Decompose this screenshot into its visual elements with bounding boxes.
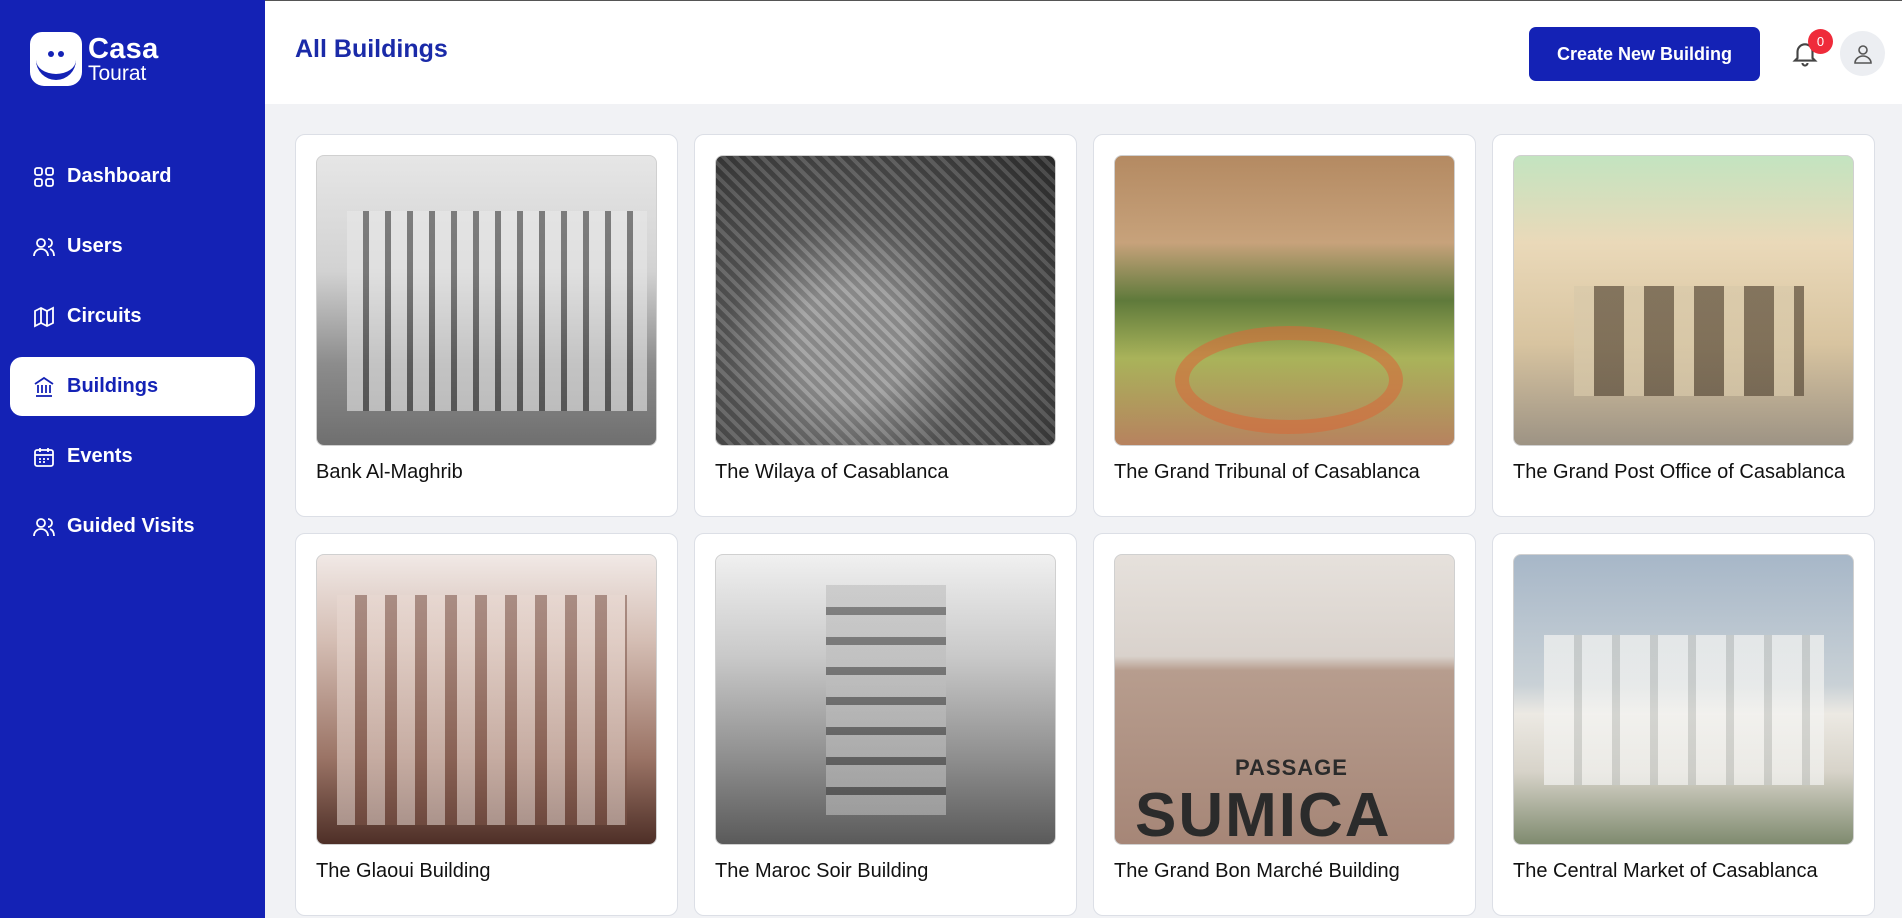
sidebar-item-circuits[interactable]: Circuits: [10, 287, 255, 346]
logo-icon: [30, 32, 82, 86]
sidebar-item-users[interactable]: Users: [10, 217, 255, 276]
building-name: The Wilaya of Casablanca: [715, 461, 949, 483]
sidebar-item-label: Events: [67, 445, 133, 467]
building-name: The Grand Bon Marché Building: [1114, 860, 1400, 882]
sidebar-item-guided-visits[interactable]: Guided Visits: [10, 497, 255, 556]
photo-sign-text: PASSAGE: [1235, 755, 1348, 780]
building-card[interactable]: The Central Market of Casablanca: [1492, 533, 1875, 916]
bon-marche-photo: PASSAGE SUMICA: [1114, 554, 1455, 845]
logo-text-line1: Casa: [88, 32, 159, 65]
glaoui-photo: [316, 554, 657, 845]
app-logo[interactable]: Casa Tourat: [30, 32, 159, 86]
page-title: All Buildings: [295, 35, 448, 63]
building-card[interactable]: The Wilaya of Casablanca: [694, 134, 1077, 517]
sidebar-item-label: Dashboard: [67, 165, 172, 187]
sidebar-item-buildings[interactable]: Buildings: [10, 357, 255, 416]
users-icon: [33, 237, 55, 256]
bank-photo: [316, 155, 657, 446]
notification-badge: 0: [1808, 29, 1833, 54]
sidebar-nav: Dashboard Users Circuits Buildings Event…: [10, 147, 255, 567]
sidebar-item-events[interactable]: Events: [10, 427, 255, 486]
photo-sign-text: SUMICA: [1135, 781, 1392, 845]
building-card[interactable]: The Glaoui Building: [295, 533, 678, 916]
building-card[interactable]: The Maroc Soir Building: [694, 533, 1077, 916]
sidebar-item-dashboard[interactable]: Dashboard: [10, 147, 255, 206]
sidebar-item-label: Guided Visits: [67, 515, 195, 537]
building-card[interactable]: Bank Al-Maghrib: [295, 134, 678, 517]
post-office-photo: [1513, 155, 1854, 446]
top-bar: All Buildings Create New Building 0: [265, 0, 1902, 104]
building-card[interactable]: PASSAGE SUMICA The Grand Bon Marché Buil…: [1093, 533, 1476, 916]
map-icon: [34, 306, 54, 327]
building-name: The Glaoui Building: [316, 860, 491, 882]
central-market-photo: [1513, 554, 1854, 845]
building-icon: [34, 376, 54, 397]
logo-text-line2: Tourat: [88, 61, 147, 85]
sidebar-item-label: Buildings: [67, 375, 159, 397]
sidebar: Casa Tourat Dashboard Users Circuits Bui…: [0, 0, 265, 918]
avatar[interactable]: [1840, 31, 1885, 76]
wilaya-photo: [715, 155, 1056, 446]
calendar-icon: [34, 447, 54, 467]
sidebar-item-label: Circuits: [67, 305, 142, 327]
tribunal-photo: [1114, 155, 1455, 446]
building-name: The Grand Post Office of Casablanca: [1513, 461, 1846, 483]
maroc-soir-photo: [715, 554, 1056, 845]
building-name: The Central Market of Casablanca: [1513, 860, 1818, 882]
create-building-button[interactable]: Create New Building: [1529, 27, 1760, 81]
building-card[interactable]: The Grand Post Office of Casablanca: [1492, 134, 1875, 517]
user-icon: [1853, 44, 1872, 64]
building-name: The Grand Tribunal of Casablanca: [1114, 461, 1420, 483]
building-name: The Maroc Soir Building: [715, 860, 929, 882]
building-name: Bank Al-Maghrib: [316, 461, 463, 483]
sidebar-item-label: Users: [67, 235, 123, 257]
group-icon: [33, 517, 55, 536]
building-card[interactable]: The Grand Tribunal of Casablanca: [1093, 134, 1476, 517]
dashboard-grid-icon: [34, 166, 54, 187]
